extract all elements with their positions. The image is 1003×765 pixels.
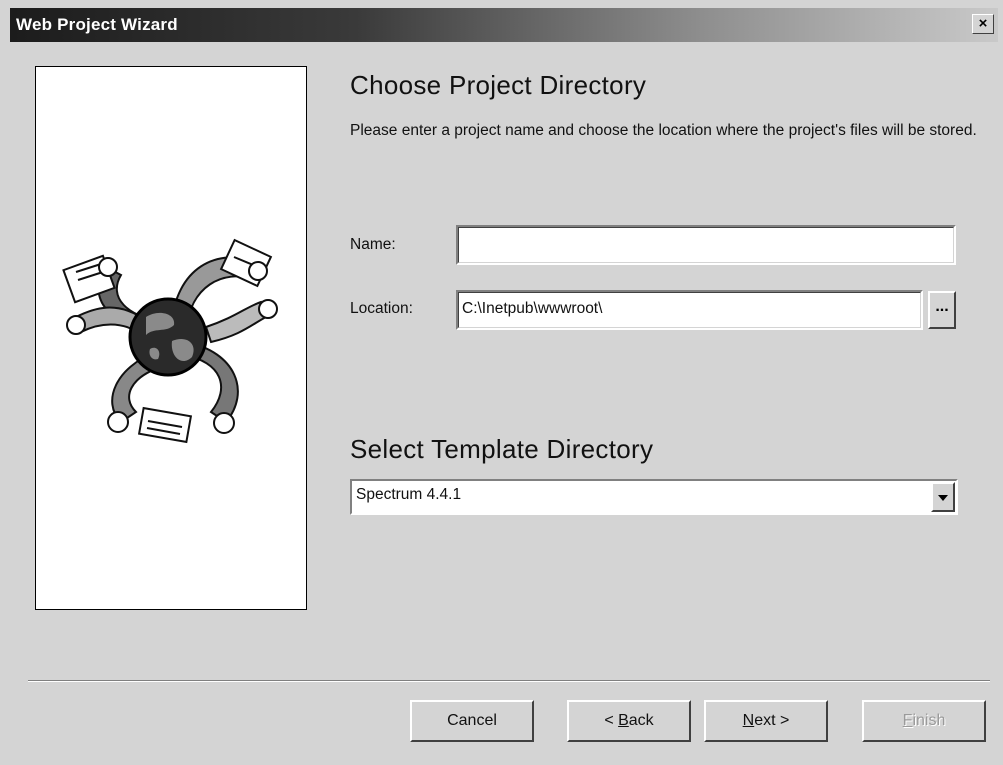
template-select-value: Spectrum 4.4.1	[356, 486, 462, 503]
back-button-prefix: <	[604, 712, 619, 729]
finish-button[interactable]: Finish	[862, 700, 986, 742]
location-label: Location:	[350, 300, 413, 317]
template-directory-heading: Select Template Directory	[350, 434, 654, 464]
globe-hands-illustration-icon	[62, 238, 278, 444]
back-button-accel: B	[618, 712, 629, 729]
project-directory-heading: Choose Project Directory	[350, 70, 647, 100]
name-input-inset	[458, 227, 954, 263]
chevron-down-icon	[938, 495, 948, 501]
instructions-text: Please enter a project name and choose t…	[350, 122, 977, 139]
wizard-illustration-panel	[35, 66, 307, 610]
back-button[interactable]: < Back	[567, 700, 691, 742]
location-input[interactable]: C:\Inetpub\wwwroot\	[456, 290, 923, 330]
name-label: Name:	[350, 236, 396, 253]
location-input-value: C:\Inetpub\wwwroot\	[462, 300, 603, 317]
button-separator	[28, 680, 990, 682]
name-input[interactable]	[456, 225, 956, 265]
wizard-window: Web Project Wizard × Choose Project Dire…	[0, 0, 1003, 765]
browse-button[interactable]: ...	[928, 291, 956, 329]
finish-button-rest: inish	[912, 712, 946, 729]
template-select[interactable]: Spectrum 4.4.1	[350, 479, 958, 515]
template-dropdown-button[interactable]	[931, 482, 955, 512]
title-bar: Web Project Wizard ×	[10, 8, 998, 42]
window-title: Web Project Wizard	[16, 15, 178, 34]
close-button[interactable]: ×	[972, 14, 994, 34]
next-button[interactable]: Next >	[704, 700, 828, 742]
cancel-button[interactable]: Cancel	[410, 700, 534, 742]
next-button-accel: N	[742, 712, 755, 729]
wizard-body: Choose Project Directory Please enter a …	[10, 42, 998, 760]
finish-button-accel: F	[902, 712, 913, 729]
back-button-rest: ack	[628, 712, 654, 729]
next-button-rest: ext >	[754, 712, 790, 729]
close-icon: ×	[978, 15, 988, 32]
